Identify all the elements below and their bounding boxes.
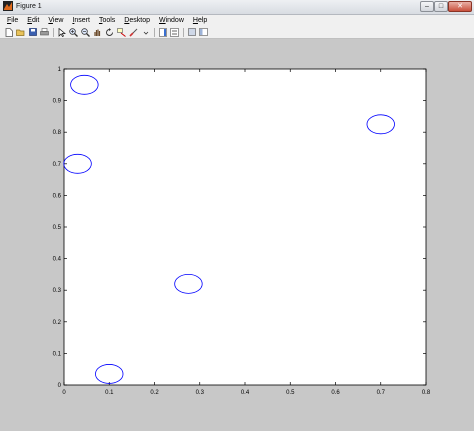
y-tick-label: 0.7 — [53, 162, 62, 168]
toolbar-separator — [183, 27, 184, 37]
x-tick-label: 0.4 — [241, 390, 250, 396]
x-tick-label: 0.1 — [105, 390, 114, 396]
legend-icon[interactable] — [170, 27, 179, 37]
link-icon[interactable] — [141, 28, 150, 37]
x-tick-label: 0.6 — [331, 390, 340, 396]
plot-svg: 0 0.1 0.2 0.3 0.4 0.5 0.6 0.7 0.8 0 0.1 0.2 0.3 0.4 0.… — [53, 67, 431, 396]
menu-view[interactable]: View — [48, 16, 63, 26]
title-bar[interactable]: Figure 1 – □ ✕ — [0, 0, 474, 15]
y-tick-label: 0.1 — [53, 351, 62, 357]
toolbar-separator — [53, 27, 54, 37]
figure-canvas: 0 0.1 0.2 0.3 0.4 0.5 0.6 0.7 0.8 0 0.1 0.2 0.3 0.4 0.… — [2, 40, 470, 427]
data-cursor-icon[interactable] — [117, 27, 126, 37]
x-tick-label: 0.3 — [196, 390, 205, 396]
rotate-icon[interactable] — [105, 27, 114, 37]
toolbar-separator — [154, 27, 155, 37]
menu-insert[interactable]: Insert — [72, 16, 90, 26]
y-tick-label: 0.2 — [53, 320, 62, 326]
menu-tools[interactable]: Tools — [99, 16, 115, 26]
window-title: Figure 1 — [16, 3, 42, 10]
y-tick-label: 0.9 — [53, 99, 62, 105]
menu-edit[interactable]: Edit — [27, 16, 39, 26]
brush-icon[interactable] — [129, 28, 138, 37]
save-icon[interactable] — [28, 28, 37, 37]
new-figure-icon[interactable] — [4, 27, 13, 37]
menu-file[interactable]: File — [7, 16, 18, 26]
plot-root: 0 0.1 0.2 0.3 0.4 0.5 0.6 0.7 0.8 0 0.1 0.2 0.3 0.4 0.… — [53, 67, 431, 396]
y-tick-label: 0.6 — [53, 193, 62, 199]
figure-toolbar — [0, 26, 474, 39]
print-icon[interactable] — [40, 28, 49, 37]
axes-box — [63, 68, 427, 386]
maximize-button[interactable]: □ — [434, 1, 448, 12]
x-tick-label: 0.2 — [150, 390, 159, 396]
menu-desktop[interactable]: Desktop — [124, 16, 150, 26]
matlab-icon — [3, 1, 13, 11]
x-tick-label: 0.8 — [422, 390, 431, 396]
menu-help[interactable]: Help — [193, 16, 207, 26]
zoom-in-icon[interactable] — [69, 27, 78, 37]
y-tick-label: 0.3 — [53, 288, 62, 294]
close-button[interactable]: ✕ — [448, 1, 472, 12]
menu-window[interactable]: Window — [159, 16, 184, 26]
menu-bar: File Edit View Insert Tools Desktop Wind… — [0, 15, 474, 26]
zoom-out-icon[interactable] — [81, 27, 90, 37]
minimize-button[interactable]: – — [420, 1, 434, 12]
x-tick-label: 0.7 — [377, 390, 386, 396]
show-plot-tools-icon[interactable] — [199, 28, 208, 37]
x-tick-label: 0 — [62, 390, 66, 396]
y-tick-label: 0 — [58, 383, 62, 389]
hide-plot-tools-icon[interactable] — [187, 28, 196, 37]
y-tick-label: 1 — [58, 67, 62, 73]
y-tick-label: 0.5 — [53, 225, 62, 231]
y-tick-label: 0.4 — [53, 257, 62, 263]
pan-icon[interactable] — [93, 28, 102, 37]
pointer-icon[interactable] — [57, 27, 66, 37]
figure-window: Figure 1 – □ ✕ File Edit View Insert Too… — [0, 0, 474, 431]
x-tick-label: 0.5 — [286, 390, 295, 396]
colorbar-icon[interactable] — [158, 27, 167, 37]
open-file-icon[interactable] — [16, 28, 25, 37]
y-tick-label: 0.8 — [53, 130, 62, 136]
